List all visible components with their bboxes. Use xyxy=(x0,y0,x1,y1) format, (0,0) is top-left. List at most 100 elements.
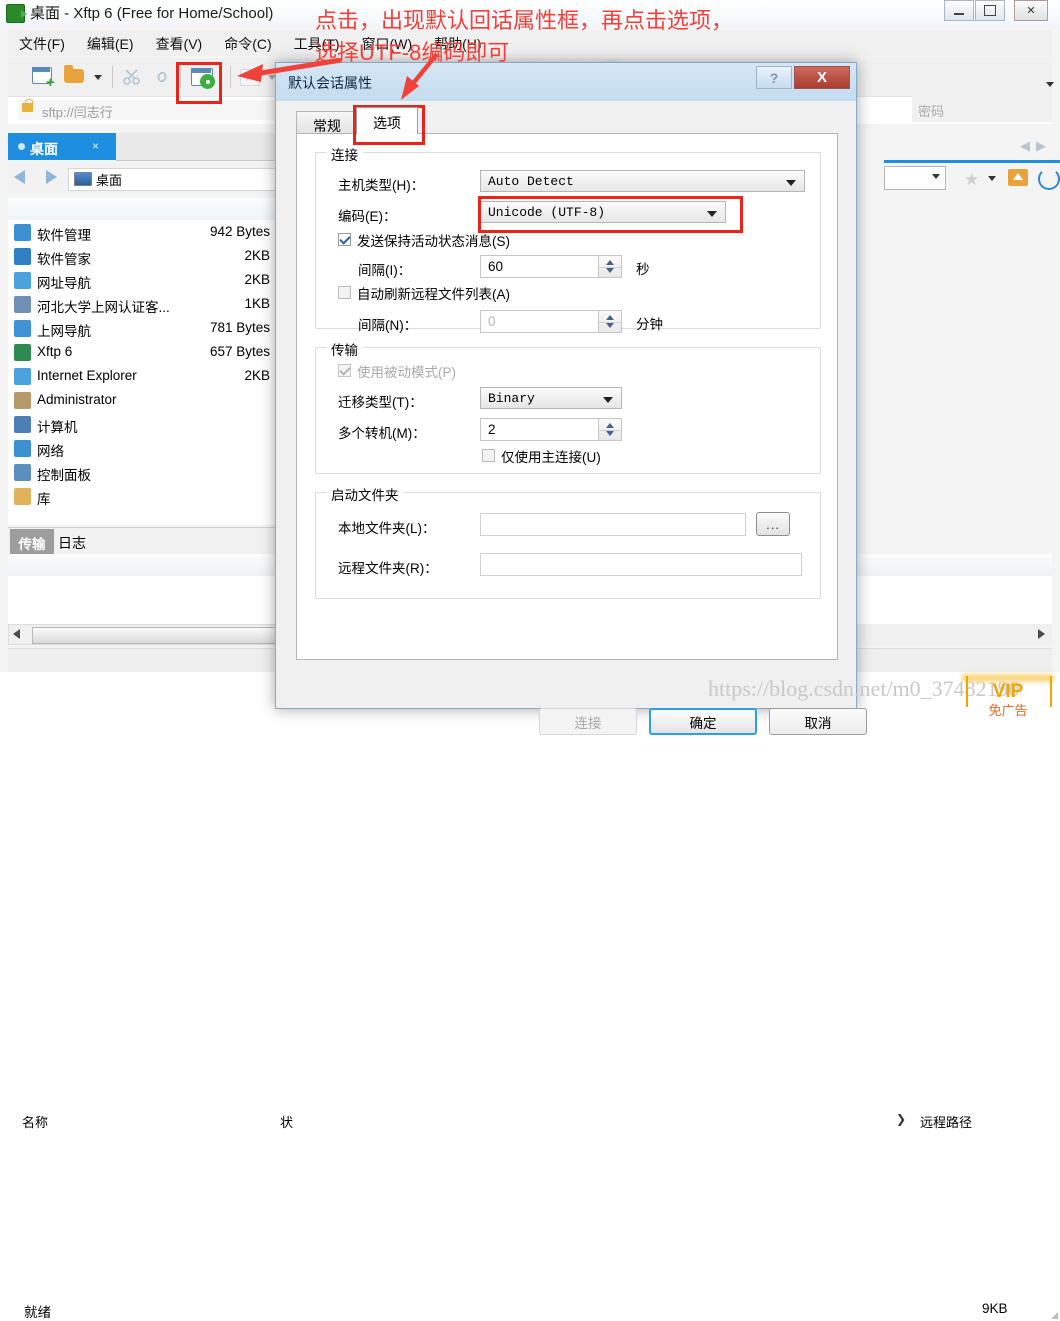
local-folder-input[interactable] xyxy=(480,513,746,536)
host-type-value: Auto Detect xyxy=(488,174,574,189)
home-folder-icon[interactable] xyxy=(1008,169,1028,186)
highlight-encoding-combo xyxy=(478,196,743,233)
favorites-star-icon[interactable]: ★ xyxy=(964,170,979,190)
host-type-label: 主机类型(H)： xyxy=(338,178,425,193)
list-item[interactable]: 控制面板 xyxy=(8,460,284,484)
stepper-down-icon[interactable] xyxy=(606,431,614,436)
browse-local-folder-button[interactable]: ... xyxy=(756,512,790,536)
menu-item-edit[interactable]: 编辑(E) xyxy=(76,30,145,58)
file-size: 942 Bytes xyxy=(209,224,270,239)
list-item[interactable]: 软件管家 2KB xyxy=(8,244,284,268)
tab-options[interactable]: 选项 xyxy=(356,107,418,134)
lock-icon xyxy=(22,99,33,112)
main-connection-only-label: 仅使用主连接(U) xyxy=(501,450,601,465)
file-size: 657 Bytes xyxy=(209,344,270,359)
list-item[interactable]: 软件管理 942 Bytes xyxy=(8,220,284,244)
autorefresh-interval-stepper[interactable]: 0 xyxy=(480,310,622,333)
refresh-icon[interactable] xyxy=(1038,168,1060,190)
control-panel-icon xyxy=(14,464,31,481)
file-size: 2KB xyxy=(244,368,270,383)
annotation-arrow-to-toolbar xyxy=(237,58,342,82)
keepalive-checkbox[interactable] xyxy=(338,233,351,246)
list-item[interactable]: 河北大学上网认证客... 1KB xyxy=(8,292,284,316)
startup-folder-group-title: 启动文件夹 xyxy=(326,484,404,504)
list-item[interactable]: 库 xyxy=(8,484,284,508)
keepalive-interval-stepper[interactable]: 60 xyxy=(480,255,622,278)
status-size: 9KB xyxy=(982,1301,1008,1316)
column-header-remote-path[interactable]: 远程路径 xyxy=(920,1112,972,1131)
tab-general[interactable]: 常规 xyxy=(296,111,358,134)
list-item[interactable]: Administrator xyxy=(8,388,284,412)
list-item[interactable]: 上网导航 781 Bytes xyxy=(8,316,284,340)
forward-arrow-icon[interactable] xyxy=(46,170,57,184)
column-header-status[interactable]: 状 xyxy=(280,1112,293,1131)
autorefresh-checkbox[interactable] xyxy=(338,286,351,299)
passive-mode-checkbox[interactable] xyxy=(338,364,351,377)
menu-item-view[interactable]: 查看(V) xyxy=(145,30,214,58)
stepper-up-icon[interactable] xyxy=(606,315,614,320)
close-button[interactable]: ✕ xyxy=(1014,0,1048,21)
maximize-icon xyxy=(976,1,1004,20)
cut-icon xyxy=(123,69,140,85)
column-header-name[interactable]: 名称 xyxy=(22,1112,48,1131)
active-pane-indicator xyxy=(884,160,1060,163)
chevron-down-icon[interactable] xyxy=(932,174,940,179)
resize-grip-icon[interactable] xyxy=(1050,1311,1058,1319)
list-item[interactable]: 网址导航 2KB xyxy=(8,268,284,292)
host-type-combo[interactable]: Auto Detect xyxy=(480,170,805,192)
chevron-down-icon xyxy=(94,75,102,80)
open-folder-button[interactable] xyxy=(64,65,90,89)
tab-transfer[interactable]: 传输 xyxy=(10,529,54,554)
scrollbar-thumb[interactable] xyxy=(32,627,280,644)
list-item[interactable]: 网络 xyxy=(8,436,284,460)
file-icon xyxy=(14,320,31,337)
connect-button[interactable]: 连接 xyxy=(539,708,637,735)
chevron-down-icon[interactable] xyxy=(988,176,996,181)
file-name: 上网导航 xyxy=(37,324,91,339)
cut-button[interactable] xyxy=(120,65,146,89)
list-item[interactable]: Internet Explorer 2KB xyxy=(8,364,284,388)
file-name: Internet Explorer xyxy=(37,368,137,383)
stepper-up-icon[interactable] xyxy=(606,260,614,265)
pane-nav-arrows[interactable]: ◀▶ xyxy=(1020,138,1052,154)
file-name: 计算机 xyxy=(37,420,78,435)
minimize-button[interactable] xyxy=(944,0,974,21)
ok-button[interactable]: 确定 xyxy=(649,708,757,735)
dialog-help-button[interactable]: ? xyxy=(756,66,792,89)
multi-transfer-label: 多个转机(M)： xyxy=(338,426,426,441)
cancel-button[interactable]: 取消 xyxy=(769,708,867,735)
file-list: 软件管理 942 Bytes 软件管家 2KB 网址导航 2KB 河北大学上网认证客.… xyxy=(8,220,284,525)
scroll-left-arrow-icon[interactable] xyxy=(13,629,20,639)
new-file-button[interactable]: + xyxy=(30,65,56,90)
tab-close-icon[interactable]: × xyxy=(92,139,99,153)
chevron-down-icon xyxy=(786,180,796,186)
file-icon xyxy=(14,344,31,361)
stepper-up-icon[interactable] xyxy=(606,423,614,428)
remote-folder-label: 远程文件夹(R)： xyxy=(338,561,438,576)
multi-transfer-stepper[interactable]: 2 xyxy=(480,418,622,441)
local-folder-label: 本地文件夹(L)： xyxy=(338,521,436,536)
link-button[interactable] xyxy=(150,65,176,89)
interval-n-value: 0 xyxy=(488,314,496,329)
dialog-close-button[interactable]: X xyxy=(794,66,850,89)
file-icon xyxy=(14,368,31,385)
back-arrow-icon[interactable] xyxy=(14,170,25,184)
stepper-down-icon[interactable] xyxy=(606,268,614,273)
open-folder-dropdown[interactable] xyxy=(92,65,106,89)
tab-log[interactable]: 日志 xyxy=(58,533,86,553)
menu-item-file[interactable]: 文件(F) xyxy=(8,30,76,58)
menu-item-command[interactable]: 命令(C) xyxy=(213,30,282,58)
transfer-type-value: Binary xyxy=(488,391,535,406)
main-connection-only-checkbox[interactable] xyxy=(482,449,495,462)
chevron-down-icon[interactable] xyxy=(1046,82,1054,87)
transfer-type-combo[interactable]: Binary xyxy=(480,387,622,409)
list-item[interactable]: Xftp 6 657 Bytes xyxy=(8,340,284,364)
remote-folder-input[interactable] xyxy=(480,553,802,576)
stepper-down-icon[interactable] xyxy=(606,323,614,328)
list-item[interactable]: 计算机 xyxy=(8,412,284,436)
network-icon xyxy=(14,440,31,457)
vip-sublabel: 免广告 xyxy=(988,703,1028,718)
scroll-right-arrow-icon[interactable] xyxy=(1038,629,1045,639)
maximize-button[interactable] xyxy=(975,0,1005,21)
autorefresh-label: 自动刷新远程文件列表(A) xyxy=(357,287,510,302)
